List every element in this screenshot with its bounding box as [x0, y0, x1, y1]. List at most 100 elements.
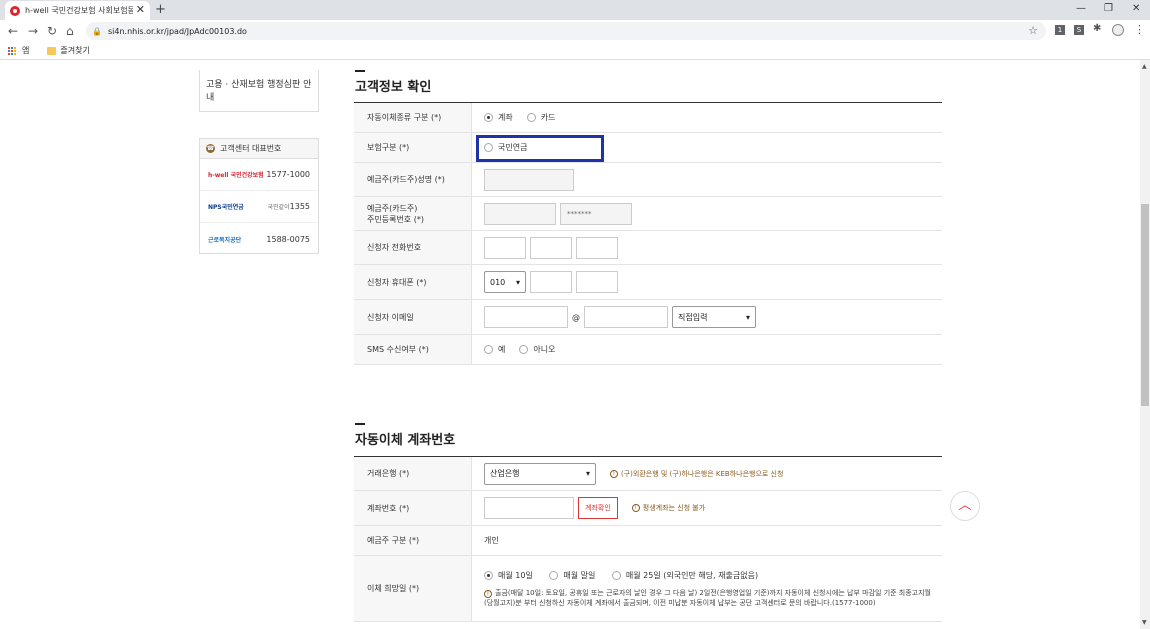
radio-sms-no[interactable]: 아니오 [519, 344, 555, 355]
reload-icon[interactable]: ↻ [47, 24, 57, 38]
radio-day-10[interactable]: 매월 10일 [484, 570, 533, 581]
contact-number: 1577-1000 [266, 170, 310, 179]
contact-center-header: ☎ 고객센터 대표번호 [200, 139, 318, 159]
bank-select[interactable]: 산업은행 [484, 462, 596, 485]
field-label: 거래은행 (*) [354, 457, 472, 490]
mobile-part-input[interactable] [530, 271, 572, 293]
highlight-box [476, 135, 604, 162]
phone-part-input[interactable] [484, 236, 526, 259]
scroll-down-icon[interactable]: ▼ [1142, 619, 1147, 626]
account-section-title: 자동이체 계좌번호 [355, 423, 455, 448]
restore-button[interactable]: ❐ [1104, 3, 1113, 14]
transfer-day-row: 이체 희망일 (*) 매월 10일 매월 말일 매월 25일 (외국인만 해당,… [354, 556, 942, 622]
radio-circle[interactable] [549, 570, 559, 580]
url-field[interactable]: 🔒 si4n.nhis.or.kr/jpad/JpAdc00103.do ☆ [86, 22, 1046, 40]
bookmark-folder[interactable]: 즐겨찾기 [60, 45, 89, 56]
verify-account-button[interactable]: 계좌확인 [578, 497, 618, 519]
favicon-icon [10, 5, 20, 16]
extension-icon[interactable]: S [1074, 25, 1084, 35]
account-number-input[interactable] [484, 497, 574, 519]
extension-icon[interactable]: 1 [1055, 25, 1065, 35]
radio-circle[interactable] [484, 345, 493, 354]
info-icon: i [610, 469, 618, 478]
radio-circle[interactable] [484, 113, 493, 122]
profile-avatar[interactable] [1112, 24, 1124, 36]
radio-label: 매월 25일 (외국인만 해당, 재출금없음) [625, 570, 759, 580]
radio-account[interactable]: 계좌 [484, 112, 513, 123]
radio-circle[interactable] [519, 345, 529, 354]
radio-label: 아니오 [533, 345, 556, 354]
transfer-note: i 출금(매달 10일: 토요일, 공휴일 또는 근로자의 날인 경우 그 다음 … [484, 588, 932, 608]
radio-circle[interactable] [526, 113, 536, 122]
minimize-button[interactable]: — [1076, 3, 1086, 14]
field-label: 예금주(카드주) 주민등록번호 (*) [354, 197, 472, 230]
account-number-row: 계좌번호 (*) 계좌확인 i 평생계좌는 신청 불가 [354, 491, 942, 526]
radio-label: 매월 10일 [498, 570, 533, 580]
rrn-front-input[interactable] [484, 202, 556, 225]
forward-icon[interactable]: → [28, 24, 38, 38]
apps-label[interactable]: 앱 [22, 45, 29, 56]
contact-row: h-well 국민건강보험 1577-1000 [200, 159, 318, 191]
admin-appeal-link[interactable]: 고용 · 산재보험 행정심판 안내 [199, 70, 319, 112]
nps-logo: NPS국민연금 [208, 204, 244, 211]
email-id-input[interactable] [484, 306, 568, 328]
field-label: 계좌번호 (*) [354, 491, 472, 525]
note-text: (구)외환은행 및 (구)하나은행은 KEB하나은행으로 신청 [621, 469, 784, 478]
field-label: 신청자 이메일 [354, 300, 472, 334]
tab-bar: h-well 국민건강보험 사회보험동 ✕ + — ❐ ✕ [0, 0, 1150, 20]
field-label: 예금주 구분 (*) [354, 526, 472, 555]
note-text: 평생계좌는 신청 불가 [642, 504, 706, 512]
bank-note: i (구)외환은행 및 (구)하나은행은 KEB하나은행으로 신청 [610, 469, 783, 479]
phone-part-input[interactable] [576, 236, 618, 259]
scroll-up-icon[interactable]: ▲ [1142, 63, 1147, 70]
lock-icon: 🔒 [92, 26, 102, 36]
holder-type-row: 예금주 구분 (*) 개인 [354, 526, 942, 556]
auto-type-row: 자동이체종류 구분 (*) 계좌 카드 [354, 103, 942, 133]
phone-part-input[interactable] [530, 236, 572, 259]
holder-rrn-row: 예금주(카드주) 주민등록번호 (*) ******* [354, 197, 942, 231]
contact-center-box: ☎ 고객센터 대표번호 h-well 국민건강보험 1577-1000 NPS국… [199, 138, 319, 254]
radio-label: 매월 말일 [563, 570, 596, 580]
contact-number: 1588-0075 [266, 234, 310, 244]
contact-prefix: 국민같이 [267, 204, 290, 211]
menu-icon[interactable]: ⋮ [1134, 23, 1145, 36]
radio-circle[interactable] [484, 570, 493, 580]
scrollbar[interactable]: ▲ ▼ [1140, 60, 1150, 629]
browser-tab[interactable]: h-well 국민건강보험 사회보험동 ✕ [5, 1, 150, 20]
chevron-up-icon[interactable]: ︿ [950, 491, 980, 521]
tab-title: h-well 국민건강보험 사회보험동 [25, 6, 133, 15]
mobile-prefix-select[interactable]: 010 [484, 271, 526, 293]
apps-icon[interactable] [8, 46, 16, 55]
scrollbar-thumb[interactable] [1141, 204, 1149, 406]
back-icon[interactable]: ← [8, 24, 18, 38]
new-tab-button[interactable]: + [155, 2, 166, 17]
holder-name-input[interactable] [484, 168, 574, 191]
window-close-button[interactable]: ✕ [1132, 3, 1140, 14]
info-icon: i [631, 504, 640, 512]
tab-close-icon[interactable]: ✕ [136, 3, 145, 16]
contact-number: 국민같이1355 [268, 202, 310, 211]
field-label: 보험구분 (*) [354, 133, 472, 162]
puzzle-icon[interactable]: ✱ [1093, 23, 1101, 34]
label-line: 예금주(카드주) [367, 203, 418, 213]
contact-number-value: 1355 [289, 202, 310, 211]
home-icon[interactable]: ⌂ [66, 24, 74, 38]
bookmarks-bar: 앱 즐겨찾기 [0, 42, 1150, 60]
bank-row: 거래은행 (*) 산업은행 i(구)외환은행 및 (구)하나은행은 KEB하나은… [354, 457, 942, 491]
at-sign: @ [572, 312, 580, 322]
email-domain-select[interactable]: 직접입력 [672, 306, 756, 328]
address-bar: ← → ↻ ⌂ 🔒 si4n.nhis.or.kr/jpad/JpAdc0010… [0, 20, 1150, 42]
radio-day-end[interactable]: 매월 말일 [549, 570, 595, 581]
radio-day-25[interactable]: 매월 25일 (외국인만 해당, 재출금없음) [611, 570, 759, 581]
rrn-back-input[interactable]: ******* [560, 202, 632, 225]
radio-label: 카드 [540, 113, 556, 122]
email-domain-input[interactable] [584, 306, 668, 328]
phone-row: 신청자 전화번호 [354, 231, 942, 265]
mobile-part-input[interactable] [576, 271, 618, 293]
field-label: 이체 희망일 (*) [354, 556, 472, 621]
radio-circle[interactable] [611, 570, 621, 580]
radio-card[interactable]: 카드 [526, 112, 556, 123]
star-icon[interactable]: ☆ [1028, 24, 1038, 37]
radio-sms-yes[interactable]: 예 [484, 344, 505, 355]
field-label: 예금주(카드주)성명 (*) [354, 163, 472, 196]
